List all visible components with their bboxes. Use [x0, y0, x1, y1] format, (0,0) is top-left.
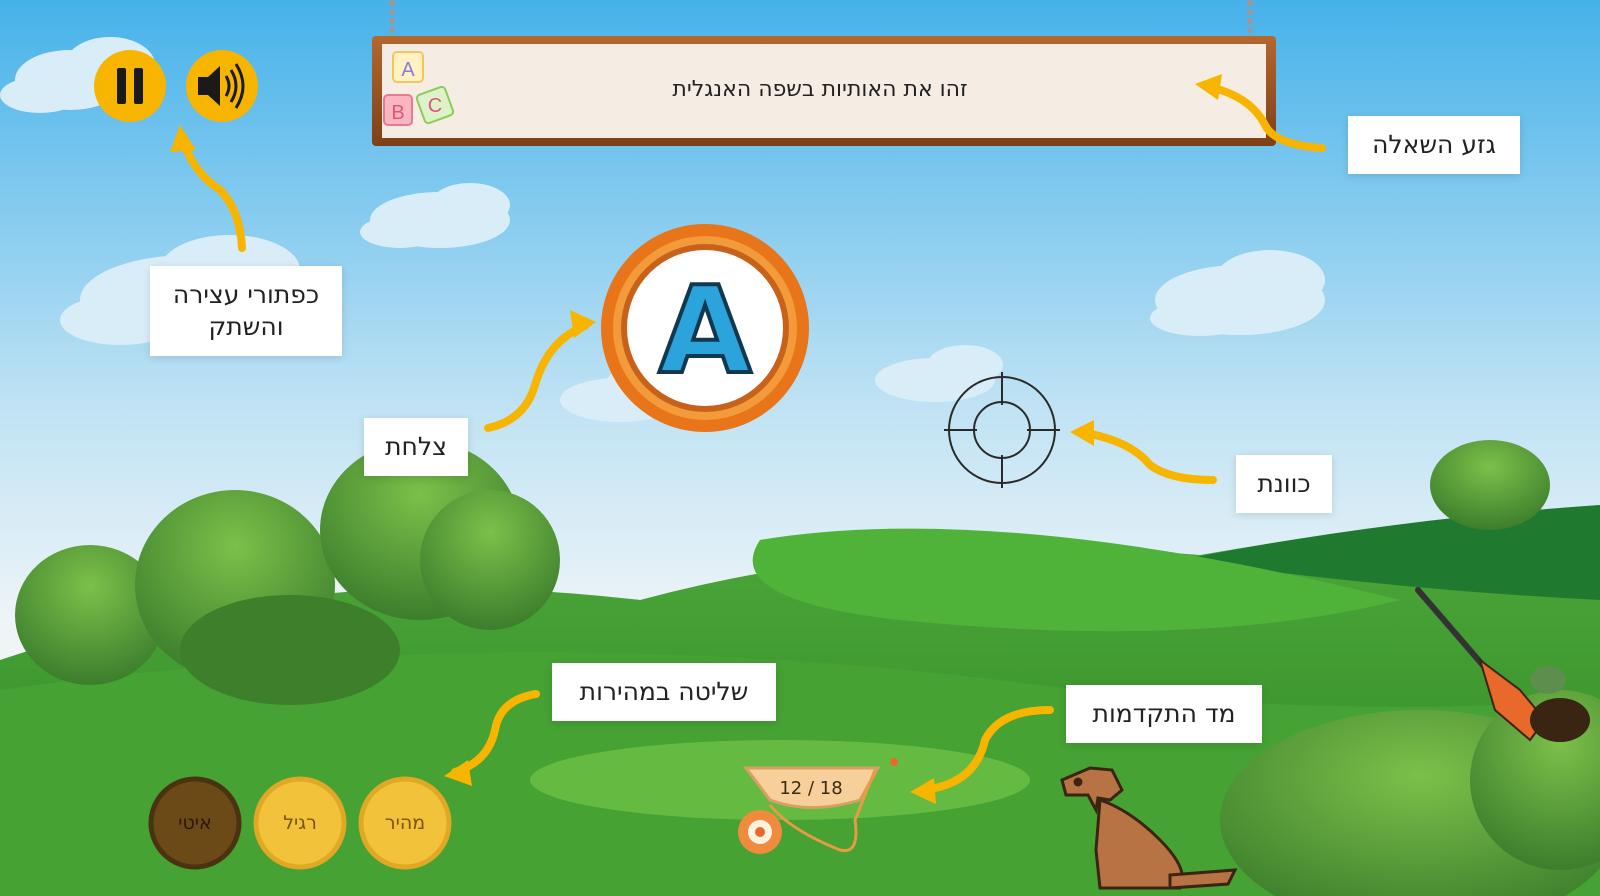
speed-fast-button[interactable]: מהיר [363, 781, 447, 865]
progress-counter: 12 / 18 [779, 778, 843, 799]
speed-slow-button[interactable]: איטי [153, 781, 237, 865]
question-text: זהו את האותיות בשפה האנגלית [672, 77, 968, 102]
target-letter: A [659, 262, 752, 401]
sound-button[interactable] [186, 50, 258, 122]
callout-question-stem: גזע השאלה [1348, 116, 1520, 174]
speed-normal-label: רגיל [283, 812, 317, 834]
pause-icon [117, 68, 126, 104]
speed-normal-button[interactable]: רגיל [258, 781, 342, 865]
callout-progress-bar: מד התקדמות [1066, 685, 1262, 743]
pause-button[interactable] [94, 50, 166, 122]
target-plate[interactable]: A [601, 224, 809, 432]
speed-fast-label: מהיר [384, 812, 426, 834]
speed-slow-label: איטי [178, 812, 212, 834]
callout-crosshair: כוונת [1236, 455, 1332, 513]
callout-pause-sound: כפתורי עצירה והשתק [150, 266, 342, 356]
callout-target: צלחת [364, 418, 468, 476]
callout-speed-control: שליטה במהירות [552, 663, 776, 721]
